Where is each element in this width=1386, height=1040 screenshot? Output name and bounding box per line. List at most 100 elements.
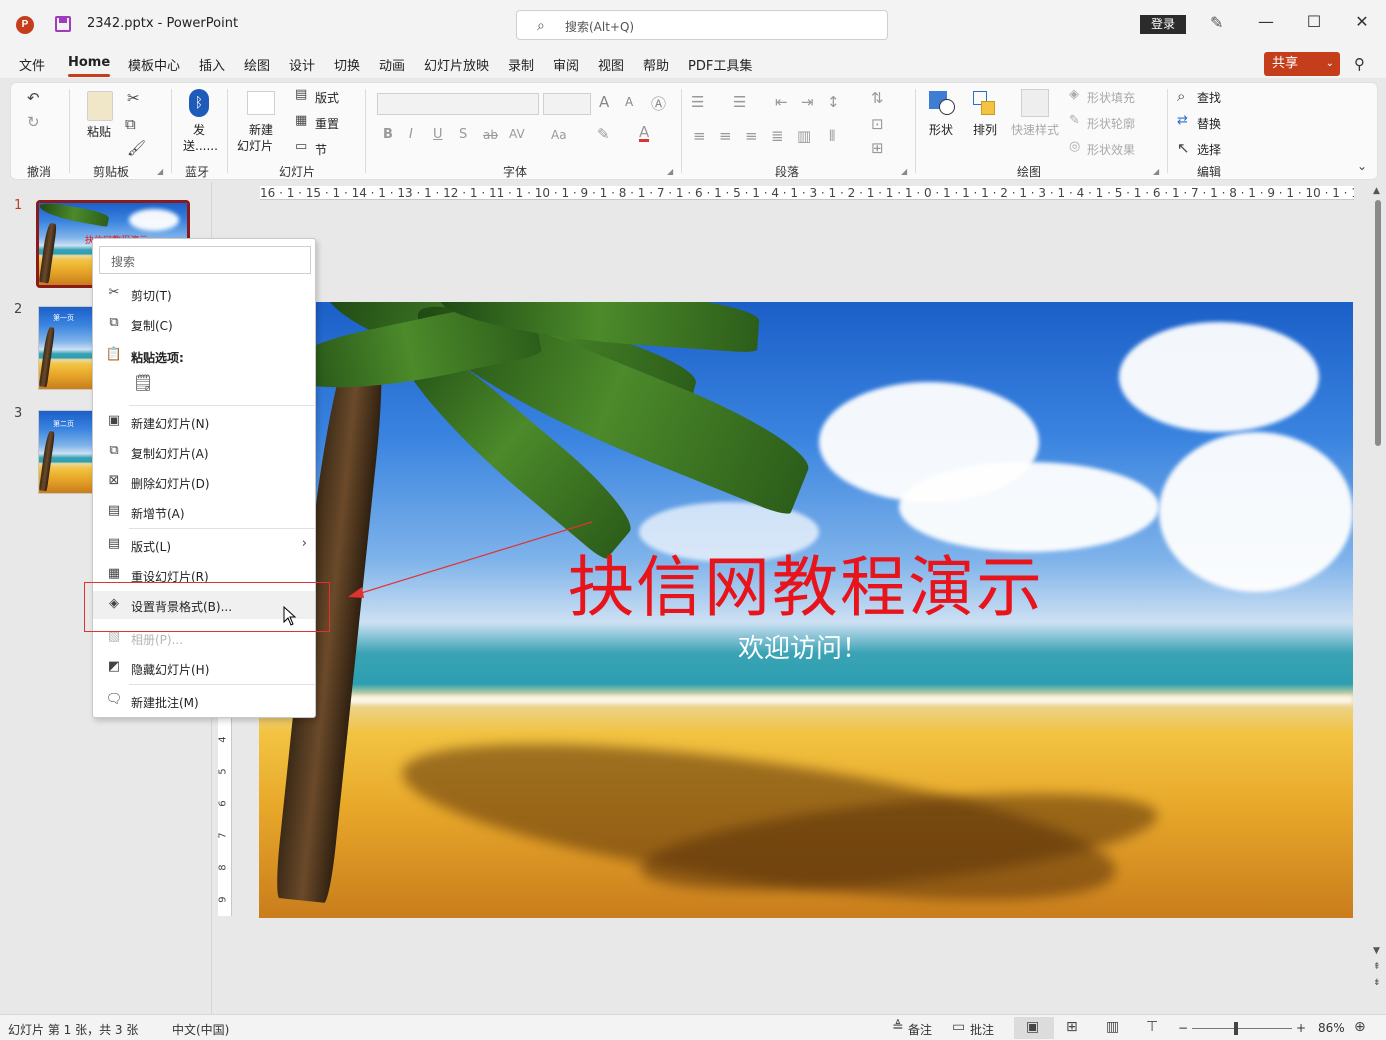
save-icon[interactable] [55, 16, 71, 32]
slide-thumbnail-3[interactable]: 第二页 [38, 410, 94, 494]
tab-review[interactable]: 审阅 [553, 55, 579, 74]
scrollbar-thumb[interactable] [1375, 200, 1381, 446]
slide-subtitle-text[interactable]: 欢迎访问！ [738, 628, 868, 665]
share-button[interactable]: 共享 ⌄ [1264, 52, 1340, 76]
slide-sorter-icon[interactable]: ⊞ [1066, 1019, 1078, 1035]
dialog-launcher-icon[interactable]: ◢ [901, 167, 907, 176]
char-spacing-button[interactable]: AV [509, 127, 525, 141]
scroll-up-icon[interactable]: ▲ [1373, 186, 1380, 196]
menu-item-new-slide[interactable]: ▣ 新建幻灯片(N) [93, 408, 315, 436]
strikethrough-button[interactable]: ab [483, 128, 498, 142]
maximize-button[interactable]: ☐ [1302, 12, 1326, 31]
tab-file[interactable]: 文件 [19, 55, 45, 74]
zoom-slider[interactable] [1192, 1028, 1292, 1029]
font-color-icon[interactable]: A [639, 125, 650, 142]
comments-icon[interactable]: ▭ [952, 1019, 965, 1035]
replace-icon[interactable]: ⇄ [1177, 113, 1188, 128]
reset-icon[interactable]: ▦ [295, 113, 307, 128]
shape-fill-icon[interactable]: ◈ [1069, 87, 1079, 102]
smartart-icon[interactable]: ⊞ [871, 139, 884, 157]
align-right-icon[interactable]: ≡ [745, 127, 758, 145]
change-case-button[interactable]: Aa [551, 128, 567, 142]
new-slide-label-1[interactable]: 新建 [249, 121, 273, 138]
collapse-ribbon-icon[interactable]: ⌄ [1357, 159, 1367, 173]
zoom-slider-handle[interactable] [1234, 1022, 1238, 1035]
decrease-indent-icon[interactable]: ⇤ [775, 93, 788, 111]
layout-icon[interactable]: ▤ [295, 87, 307, 102]
search-input[interactable]: ⌕ 搜索(Alt+Q) [516, 10, 888, 40]
align-left-icon[interactable]: ≡ [693, 127, 706, 145]
section-icon[interactable]: ▭ [295, 139, 307, 154]
slide-thumbnail-2[interactable]: 第一页 [38, 306, 94, 390]
dialog-launcher-icon[interactable]: ◢ [157, 167, 163, 176]
shape-effects-icon[interactable]: ◎ [1069, 139, 1080, 154]
grow-font-button[interactable]: A [599, 93, 609, 111]
font-family-select[interactable] [377, 93, 539, 115]
justify-icon[interactable]: ≣ [771, 127, 784, 145]
tab-home[interactable]: Home [68, 55, 111, 77]
tab-transitions[interactable]: 切换 [334, 55, 360, 74]
redo-icon[interactable]: ↻ [27, 113, 40, 131]
shapes-button[interactable]: 形状 [929, 121, 953, 138]
text-direction-icon[interactable]: ⇅ [871, 89, 884, 107]
close-button[interactable]: ✕ [1350, 12, 1374, 31]
tab-record[interactable]: 录制 [508, 55, 534, 74]
menu-item-delete-slide[interactable]: ⊠ 删除幻灯片(D) [93, 468, 315, 496]
section-button[interactable]: 节 [315, 141, 327, 158]
new-slide-icon[interactable] [247, 91, 275, 115]
paste-button[interactable]: 粘贴 [87, 123, 111, 140]
tab-templates[interactable]: 模板中心 [128, 55, 180, 74]
copy-icon[interactable]: ⧉ [125, 115, 136, 133]
line-spacing-icon[interactable]: ↕ [827, 93, 840, 111]
dialog-launcher-icon[interactable]: ◢ [1153, 167, 1159, 176]
quick-styles-icon[interactable] [1021, 89, 1049, 117]
slideshow-icon[interactable]: ⊤ [1146, 1019, 1158, 1035]
shape-outline-icon[interactable]: ✎ [1069, 113, 1080, 128]
numbering-icon[interactable]: ☰ [733, 93, 746, 111]
context-menu-search-input[interactable]: 搜索 [99, 246, 311, 274]
tab-design[interactable]: 设计 [289, 55, 315, 74]
quick-styles-button[interactable]: 快速样式 [1011, 121, 1059, 138]
minimize-button[interactable]: — [1254, 12, 1278, 31]
tab-insert[interactable]: 插入 [199, 55, 225, 74]
underline-button[interactable]: U [433, 127, 443, 142]
menu-item-layout[interactable]: ▤ 版式(L) › [93, 531, 315, 559]
tab-draw[interactable]: 绘图 [244, 55, 270, 74]
layout-button[interactable]: 版式 [315, 89, 339, 106]
tab-help[interactable]: 帮助 [643, 55, 669, 74]
italic-button[interactable]: I [409, 127, 413, 142]
select-button[interactable]: 选择 [1197, 141, 1221, 158]
next-slide-icon[interactable]: ⇟ [1373, 978, 1381, 988]
login-button[interactable]: 登录 [1140, 15, 1186, 34]
font-size-select[interactable] [543, 93, 591, 115]
increase-indent-icon[interactable]: ⇥ [801, 93, 814, 111]
vertical-scrollbar[interactable]: ▲ ▼ ⇞ ⇟ [1372, 186, 1384, 994]
format-painter-icon[interactable]: 🖌 [127, 139, 146, 157]
language-status[interactable]: 中文(中国) [172, 1021, 229, 1038]
menu-item-duplicate-slide[interactable]: ⧉ 复制幻灯片(A) [93, 438, 315, 466]
shrink-font-button[interactable]: A [625, 95, 633, 109]
find-button[interactable]: 查找 [1197, 89, 1221, 106]
scroll-down-icon[interactable]: ▼ [1373, 946, 1380, 956]
slide-title-text[interactable]: 抉信网教程演示 [568, 534, 1044, 630]
menu-item-add-section[interactable]: ▤ 新增节(A) [93, 498, 315, 526]
find-icon[interactable]: ⌕ [1177, 87, 1185, 105]
cut-icon[interactable]: ✂ [127, 89, 140, 107]
zoom-level[interactable]: 86% [1318, 1021, 1345, 1035]
comments-button[interactable]: 批注 [970, 1021, 994, 1038]
normal-view-icon[interactable]: ▣ [1026, 1019, 1039, 1035]
bold-button[interactable]: B [383, 127, 393, 142]
undo-icon[interactable]: ↶ [27, 89, 40, 107]
menu-item-copy[interactable]: ⧉ 复制(C) [93, 310, 315, 338]
tab-slideshow[interactable]: 幻灯片放映 [424, 55, 489, 74]
reset-button[interactable]: 重置 [315, 115, 339, 132]
tab-view[interactable]: 视图 [598, 55, 624, 74]
zoom-out-button[interactable]: − [1178, 1021, 1188, 1035]
comments-icon[interactable]: ⚲ [1354, 55, 1365, 73]
menu-item-new-comment[interactable]: 🗨 新建批注(M) [93, 687, 315, 715]
arrange-button[interactable]: 排列 [973, 121, 997, 138]
replace-button[interactable]: 替换 [1197, 115, 1221, 132]
paste-keep-text-only-icon[interactable]: 🗒 [133, 373, 155, 397]
send-label-1[interactable]: 发 [193, 121, 205, 138]
pen-icon[interactable]: ✎ [1210, 13, 1223, 32]
